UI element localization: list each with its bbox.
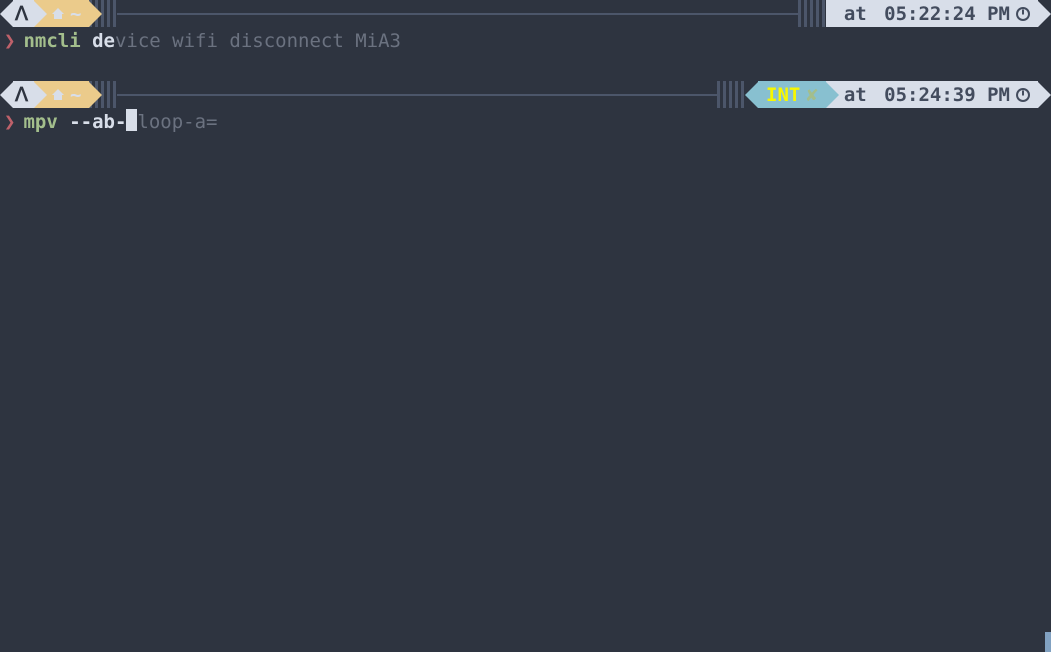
dir-text: ~ <box>70 3 81 25</box>
command-program: nmcli <box>23 30 80 52</box>
command-autosuggest: loop-a= <box>137 111 217 133</box>
rule-line <box>117 13 797 15</box>
shade-divider <box>717 81 745 108</box>
home-icon <box>52 89 64 95</box>
time-text: 05:24:39 PM <box>884 84 1010 106</box>
arrow-icon <box>34 1 47 27</box>
cap-left <box>0 1 13 27</box>
shade-divider <box>798 0 826 27</box>
command-typed: --ab- <box>58 111 127 133</box>
time-prefix: at <box>844 84 878 106</box>
cap-left <box>0 82 13 108</box>
time-segment: at 05:24:39 PM <box>826 81 1038 108</box>
prompt-symbol: ❯ <box>4 111 23 133</box>
clock-icon <box>1016 88 1030 102</box>
command-program: mpv <box>23 111 57 133</box>
prompt-line: ᐱ ~ at 05:22:24 PM <box>0 0 1051 27</box>
arrow-icon <box>34 82 47 108</box>
cursor <box>126 109 137 131</box>
home-icon <box>52 8 64 14</box>
clock-icon <box>1016 7 1030 21</box>
command-line[interactable]: ❯nmcli device wifi disconnect MiA3 <box>0 27 1051 54</box>
command-line[interactable]: ❯mpv --ab-loop-a= <box>0 108 1051 135</box>
time-text: 05:22:24 PM <box>884 3 1010 25</box>
cap-right <box>1038 1 1051 27</box>
status-x-icon: ✘ <box>806 84 817 106</box>
scrollbar-thumb[interactable] <box>1045 632 1051 652</box>
arrow-icon <box>89 1 102 27</box>
os-icon: ᐱ <box>15 84 28 106</box>
status-label: INT <box>766 84 800 106</box>
command-autosuggest: vice wifi disconnect MiA3 <box>115 30 401 52</box>
prompt-symbol: ❯ <box>4 30 23 52</box>
cap-right <box>1038 82 1051 108</box>
rule-line <box>117 94 717 96</box>
time-prefix: at <box>844 3 878 25</box>
arrow-icon <box>826 82 839 108</box>
os-icon: ᐱ <box>15 3 28 25</box>
cap-int-left <box>745 82 758 108</box>
status-segment: INT ✘ <box>758 81 826 108</box>
arrow-icon <box>89 82 102 108</box>
command-typed: de <box>81 30 115 52</box>
os-segment: ᐱ <box>13 0 34 27</box>
dir-text: ~ <box>70 84 81 106</box>
prompt-line: ᐱ ~ INT ✘ at 05:24:39 PM <box>0 81 1051 108</box>
time-segment: at 05:22:24 PM <box>826 0 1038 27</box>
os-segment: ᐱ <box>13 81 34 108</box>
